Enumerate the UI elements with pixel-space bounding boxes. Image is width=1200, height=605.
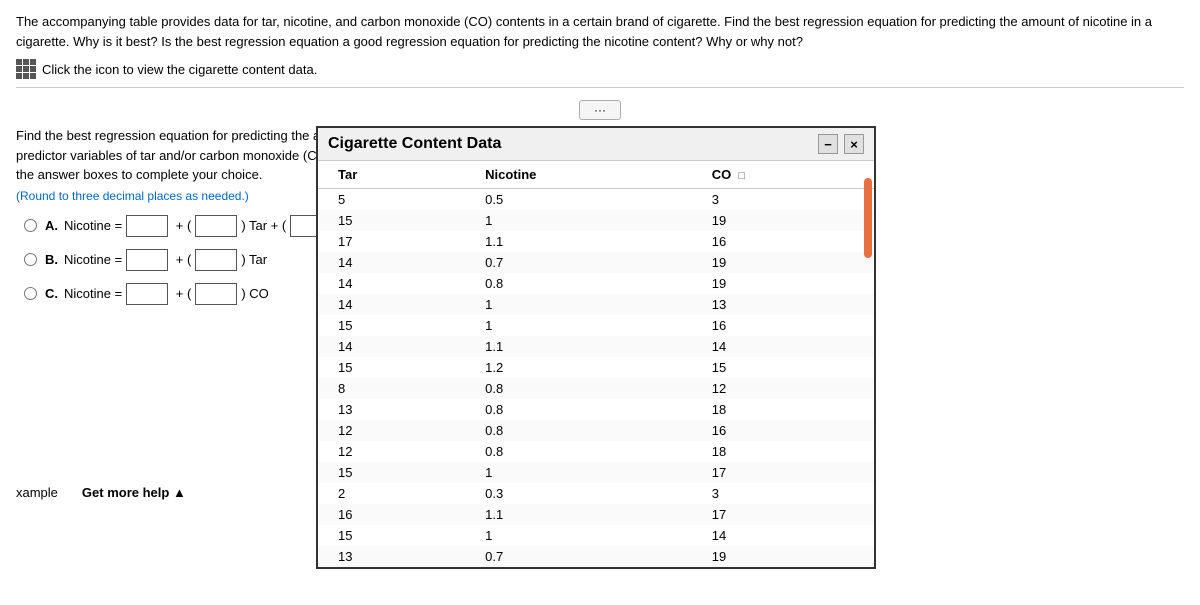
option-c-plus: + ( [172,286,191,301]
option-c-box2[interactable] [195,283,237,305]
table-row: 151.215 [318,357,874,378]
option-c-nicotine: Nicotine = [64,286,122,301]
option-b-tar-label: ) Tar [241,252,267,267]
col-nicotine-header: Nicotine [465,161,692,189]
option-a-label: A. [45,218,58,233]
intro-text: The accompanying table provides data for… [16,12,1176,51]
grid-icon[interactable] [16,59,36,79]
popup-minimize-button[interactable]: − [818,134,838,154]
option-b-label: B. [45,252,58,267]
more-btn-row: ··· [16,96,1184,126]
more-button[interactable]: ··· [579,100,621,120]
table-row: 15114 [318,525,874,546]
option-c-label: C. [45,286,58,301]
option-c-box1[interactable] [126,283,168,305]
get-more-help-link[interactable]: Get more help ▲ [82,485,186,500]
table-row: 80.812 [318,378,874,399]
popup-title: Cigarette Content Data [328,135,501,153]
table-row: 171.116 [318,231,874,252]
icon-row-text: Click the icon to view the cigarette con… [42,62,317,77]
col-tar-header: Tar [318,161,465,189]
example-label: xample [16,485,58,500]
cigarette-data-popup: Cigarette Content Data − × Tar Nicotine … [316,126,876,569]
option-b-plus: + ( [172,252,191,267]
table-row: 20.33 [318,483,874,504]
table-row: 120.818 [318,441,874,462]
option-b-box1[interactable] [126,249,168,271]
popup-titlebar: Cigarette Content Data − × [318,128,874,161]
table-row: 120.816 [318,420,874,441]
table-row: 15119 [318,210,874,231]
table-row: 15116 [318,315,874,336]
col-icon: □ [739,170,746,182]
table-row: 141.114 [318,336,874,357]
data-table: Tar Nicotine CO □ 50.5315119171.116140.7… [318,161,874,567]
scrollbar[interactable] [864,178,872,258]
popup-close-button[interactable]: × [844,134,864,154]
option-a-box1[interactable] [126,215,168,237]
option-a-tar-label: ) Tar + ( [241,218,286,233]
option-a-nicotine: Nicotine = [64,218,122,233]
option-c-radio[interactable] [24,287,37,300]
table-row: 50.53 [318,189,874,211]
popup-controls: − × [818,134,864,154]
option-b-nicotine: Nicotine = [64,252,122,267]
option-b-radio[interactable] [24,253,37,266]
popup-body: Tar Nicotine CO □ 50.5315119171.116140.7… [318,161,874,567]
col-co-header: CO □ [692,161,874,189]
option-a-radio[interactable] [24,219,37,232]
table-row: 140.719 [318,252,874,273]
section-divider [16,87,1184,88]
table-row: 15117 [318,462,874,483]
option-b-box2[interactable] [195,249,237,271]
option-a-plus: + ( [172,218,191,233]
table-row: 130.818 [318,399,874,420]
option-a-box2[interactable] [195,215,237,237]
table-row: 14113 [318,294,874,315]
option-c-co-label: ) CO [241,286,268,301]
table-row: 130.719 [318,546,874,567]
table-row: 161.117 [318,504,874,525]
icon-row: Click the icon to view the cigarette con… [16,59,1184,79]
table-row: 140.819 [318,273,874,294]
